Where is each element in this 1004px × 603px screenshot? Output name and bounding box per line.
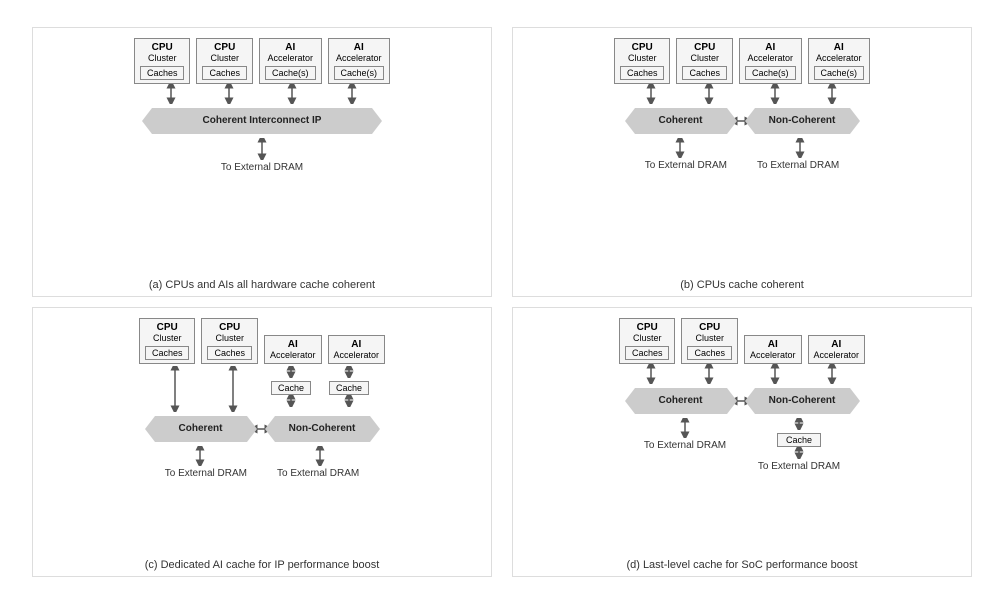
- d-cpu-2: CPU Cluster Caches: [681, 318, 738, 364]
- main-container: CPU Cluster Caches CPU Cluster Caches AI…: [22, 17, 982, 587]
- diagram-d: CPU Cluster Caches CPU Cluster Caches AI…: [512, 307, 972, 577]
- arrows-d: [622, 364, 862, 384]
- arrows-b: [622, 84, 862, 104]
- caption-c: (c) Dedicated AI cache for IP performanc…: [145, 559, 380, 571]
- node-row-a: CPU Cluster Caches CPU Cluster Caches AI…: [134, 38, 390, 84]
- ribbon-row-c: Coherent Non-Coherent: [155, 414, 370, 444]
- b-ai-2: AI Accelerator Cache(s): [808, 38, 871, 84]
- b-cpu-2: CPU Cluster Caches: [676, 38, 733, 84]
- caption-d: (d) Last-level cache for SoC performance…: [626, 559, 857, 571]
- diagram-b: CPU Cluster Caches CPU Cluster Caches AI…: [512, 27, 972, 297]
- b-ai-1: AI Accelerator Cache(s): [739, 38, 802, 84]
- ai-accel-1: AI Accelerator Cache(s): [259, 38, 322, 84]
- c-cpu-2: CPU Cluster Caches: [201, 318, 258, 364]
- diagram-c: CPU Cluster Caches CPU Cluster Caches AI…: [32, 307, 492, 577]
- ribbon-row-b: Coherent Non-Coherent: [635, 106, 850, 136]
- diagram-a: CPU Cluster Caches CPU Cluster Caches AI…: [32, 27, 492, 297]
- d-ai-1: AI Accelerator: [744, 335, 802, 364]
- dram-row-c: To External DRAM To External DRAM: [165, 466, 360, 479]
- b-cpu-1: CPU Cluster Caches: [614, 38, 671, 84]
- arrows-dram-b: [622, 138, 862, 158]
- arrow-dram-a: [142, 138, 382, 160]
- cpu-cluster-2: CPU Cluster Caches: [196, 38, 253, 84]
- node-row-b: CPU Cluster Caches CPU Cluster Caches AI…: [614, 38, 870, 84]
- caption-a: (a) CPUs and AIs all hardware cache cohe…: [149, 279, 375, 291]
- c-cpu-1: CPU Cluster Caches: [139, 318, 196, 364]
- cpu-cluster-1: CPU Cluster Caches: [134, 38, 191, 84]
- below-ribbons-d: To External DRAM Cache To External DRAM: [630, 418, 854, 472]
- c-ai-1: AI Accelerator: [264, 335, 322, 364]
- d-cpu-1: CPU Cluster Caches: [619, 318, 676, 364]
- arrows-dram-c: [142, 446, 382, 466]
- ai-accel-2: AI Accelerator Cache(s): [328, 38, 391, 84]
- d-ai-2: AI Accelerator: [808, 335, 866, 364]
- node-row-c: CPU Cluster Caches CPU Cluster Caches AI…: [139, 318, 385, 364]
- c-ai-2: AI Accelerator: [328, 335, 386, 364]
- ribbon-a: Coherent Interconnect IP: [142, 106, 382, 136]
- arrows-and-cache-c: Cache Cache: [149, 366, 375, 412]
- arrows-a: [142, 84, 382, 104]
- node-row-d: CPU Cluster Caches CPU Cluster Caches AI…: [619, 318, 865, 364]
- caption-b: (b) CPUs cache coherent: [680, 279, 804, 291]
- ribbon-row-d: Coherent Non-Coherent: [635, 386, 850, 416]
- ext-dram-a: To External DRAM: [221, 162, 303, 173]
- dram-row-b: To External DRAM To External DRAM: [645, 158, 840, 171]
